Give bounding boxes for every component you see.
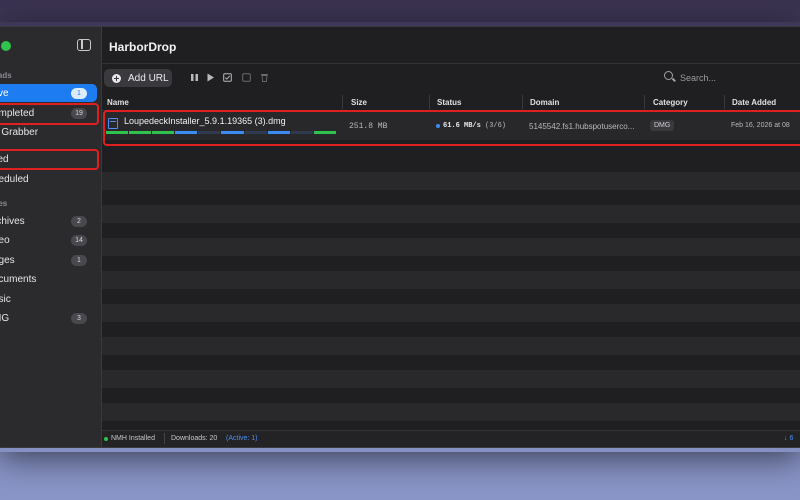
column-divider	[644, 95, 645, 109]
sidebar-item-label: tive	[0, 87, 9, 99]
highlight-box	[0, 103, 99, 125]
column-header-name[interactable]: Name	[107, 98, 129, 107]
sidebar-item-dmg[interactable]: MG 3	[0, 309, 97, 327]
toolbar-divider	[102, 63, 800, 64]
nmh-status-dot	[104, 437, 108, 441]
status-divider	[164, 433, 165, 444]
search-icon	[664, 71, 673, 80]
sidebar: oads tive 1 ompleted 19 e Grabber iled h…	[0, 27, 102, 447]
column-divider	[429, 95, 430, 109]
sidebar-item-label: rchives	[0, 215, 25, 227]
play-icon[interactable]	[206, 73, 215, 82]
download-rate: ↓ 6	[784, 435, 794, 442]
empty-row	[102, 271, 800, 289]
checkbox-checked-icon[interactable]	[223, 73, 232, 82]
app-window: oads tive 1 ompleted 19 e Grabber iled h…	[0, 26, 800, 448]
column-header-date-added[interactable]: Date Added	[732, 98, 776, 107]
plus-circle-icon	[112, 73, 121, 83]
sidebar-item-label: MG	[0, 312, 10, 324]
nmh-status: NMH Installed	[111, 435, 155, 442]
empty-row	[102, 238, 800, 256]
sidebar-item-video[interactable]: deo 14	[0, 231, 97, 249]
sidebar-item-documents[interactable]: ocuments	[0, 270, 97, 288]
add-url-button[interactable]: Add URL	[104, 69, 172, 87]
main-panel: HarborDrop Add URL Name Size	[102, 27, 800, 447]
trash-icon[interactable]	[260, 73, 269, 82]
sidebar-item-active[interactable]: tive 1	[0, 84, 97, 102]
sidebar-item-label: ocuments	[0, 273, 37, 285]
sidebar-item-scheduled[interactable]: heduled	[0, 170, 97, 188]
highlight-box	[103, 110, 800, 146]
highlight-box	[0, 149, 99, 170]
checkbox-empty-icon[interactable]	[242, 73, 251, 82]
sidebar-item-grabber[interactable]: e Grabber	[0, 123, 97, 141]
column-divider	[342, 95, 343, 109]
sidebar-item-label: heduled	[0, 173, 29, 185]
empty-row	[102, 403, 800, 421]
count-badge: 1	[71, 254, 87, 266]
search-input[interactable]	[678, 69, 800, 87]
sidebar-item-label: usic	[0, 293, 11, 305]
empty-row	[102, 337, 800, 355]
sidebar-toggle-icon[interactable]	[77, 39, 91, 51]
downloads-count: Downloads: 20	[171, 435, 218, 442]
sidebar-item-archives[interactable]: rchives 2	[0, 212, 97, 230]
empty-row	[102, 172, 800, 190]
empty-row	[102, 205, 800, 223]
column-divider	[724, 95, 725, 109]
empty-row	[102, 304, 800, 322]
count-badge: 14	[71, 234, 87, 246]
column-header-status[interactable]: Status	[437, 98, 461, 107]
column-header-category[interactable]: Category	[653, 98, 688, 107]
pause-icon[interactable]	[190, 73, 199, 82]
sidebar-item-images[interactable]: ages 1	[0, 251, 97, 269]
app-title: HarborDrop	[109, 40, 177, 54]
column-divider	[522, 95, 523, 109]
table-header: Name Size Status Domain Category Date Ad…	[102, 95, 800, 111]
count-badge: 3	[71, 312, 87, 324]
count-badge: 1	[71, 87, 87, 99]
sidebar-item-label: deo	[0, 234, 10, 246]
add-url-label: Add URL	[128, 72, 169, 84]
empty-row	[102, 370, 800, 388]
window-zoom-button[interactable]	[1, 41, 11, 51]
sidebar-section-downloads: oads	[0, 71, 12, 80]
column-header-domain[interactable]: Domain	[530, 98, 559, 107]
sidebar-section-categories: ries	[0, 199, 8, 208]
sidebar-item-label: ages	[0, 254, 15, 266]
active-count: (Active: 1)	[226, 435, 258, 442]
column-header-size[interactable]: Size	[351, 98, 367, 107]
sidebar-item-music[interactable]: usic	[0, 290, 97, 308]
count-badge: 2	[71, 215, 87, 227]
status-bar: NMH Installed Downloads: 20 (Active: 1) …	[102, 430, 800, 447]
sidebar-item-label: e Grabber	[0, 126, 39, 138]
sidebar-item-other[interactable]	[0, 328, 97, 346]
